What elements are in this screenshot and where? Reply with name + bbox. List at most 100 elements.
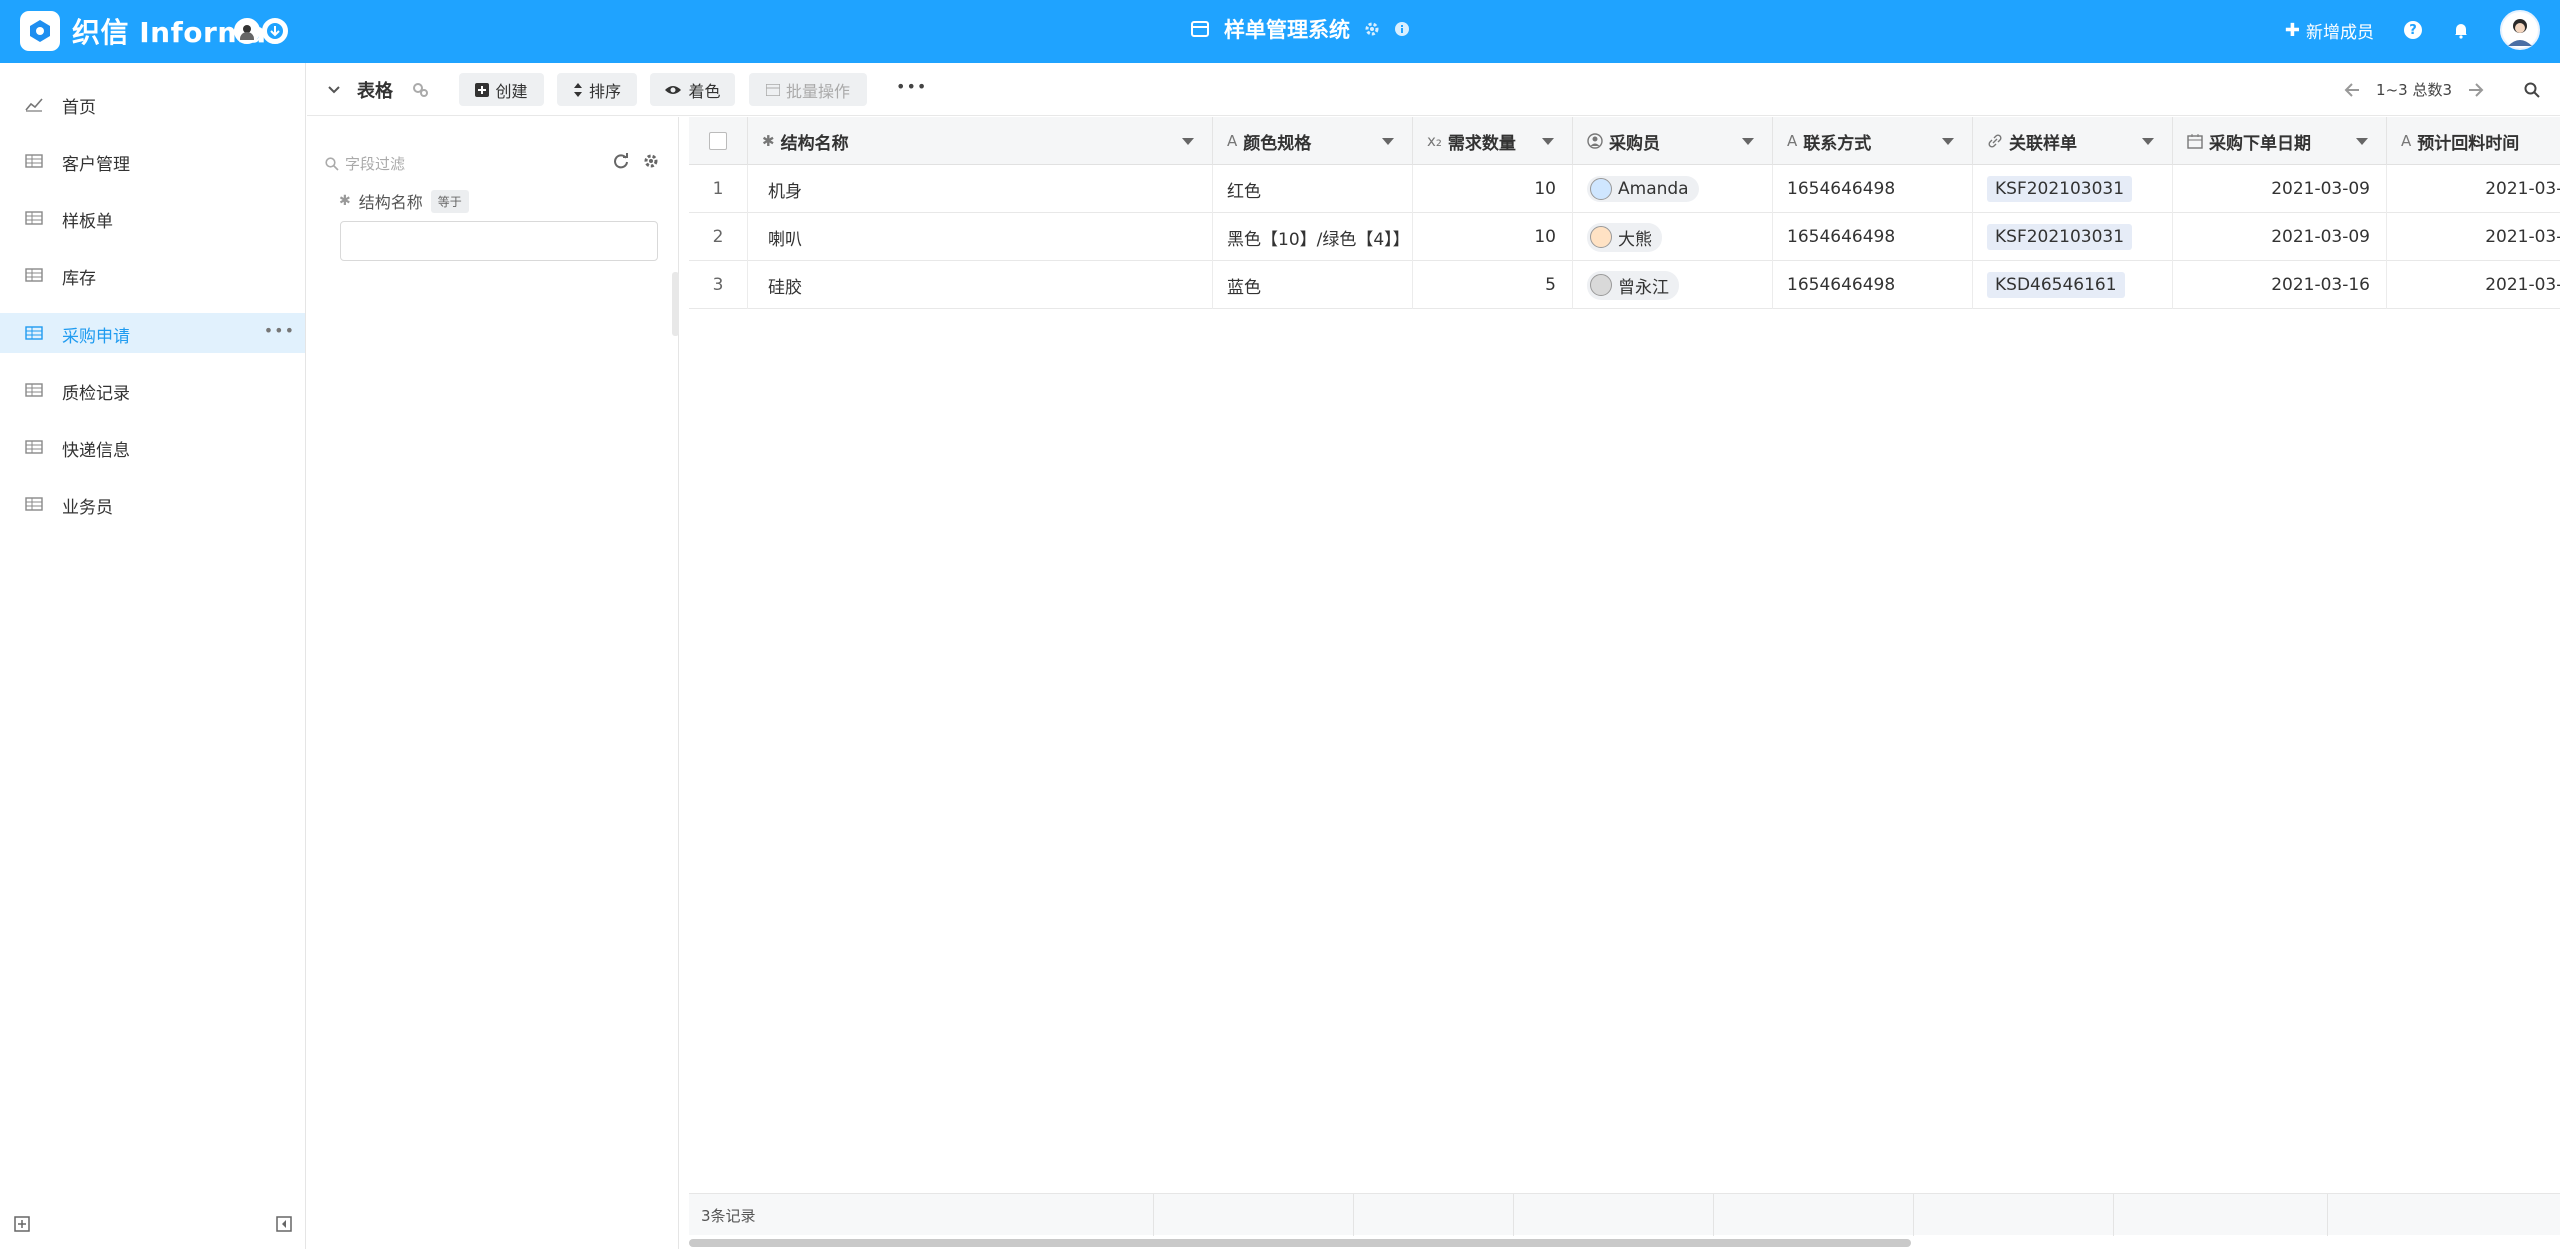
app-title: 样单管理系统	[1224, 18, 1350, 42]
sidebar-item-express[interactable]: 快递信息	[0, 427, 305, 467]
cell-buyer[interactable]: Amanda	[1573, 165, 1773, 213]
collapse-sidebar-icon[interactable]	[276, 1216, 292, 1232]
linked-record[interactable]: KSD46546161	[1987, 272, 2125, 298]
user-pill[interactable]: Amanda	[1587, 176, 1699, 202]
caret-down-icon[interactable]	[1382, 138, 1394, 145]
more-options-icon[interactable]: •••	[896, 77, 927, 96]
cell-buyer[interactable]: 大熊	[1573, 213, 1773, 261]
view-settings-icon[interactable]	[411, 81, 429, 99]
table-row[interactable]: 3 硅胶 蓝色 5 曾永江 1654646498 KSD46546161 202…	[689, 261, 2560, 309]
caret-down-icon[interactable]	[1542, 138, 1554, 145]
bell-icon[interactable]	[2452, 21, 2470, 39]
column-label: 关联样单	[2009, 133, 2077, 154]
gear-icon[interactable]	[643, 153, 659, 169]
chevron-down-icon[interactable]	[327, 85, 341, 95]
sidebar-item-label: 业务员	[62, 498, 113, 518]
user-avatar[interactable]	[2500, 10, 2540, 50]
arrow-left-icon[interactable]	[2344, 82, 2360, 97]
column-header-name[interactable]: ✱ 结构名称	[748, 117, 1213, 165]
arrow-right-icon[interactable]	[2468, 82, 2484, 97]
column-header-ref[interactable]: 关联样单	[1973, 117, 2173, 165]
sidebar-item-customers[interactable]: 客户管理	[0, 141, 305, 181]
sidebar-item-salesman[interactable]: 业务员	[0, 484, 305, 524]
footer-divider	[2327, 1194, 2328, 1236]
cell-contact[interactable]: 1654646498	[1773, 213, 1973, 261]
cell-qty[interactable]: 5	[1413, 261, 1573, 309]
linked-record[interactable]: KSF202103031	[1987, 176, 2133, 202]
cell-qty[interactable]: 10	[1413, 213, 1573, 261]
info-icon[interactable]	[1394, 21, 1410, 37]
cell-name[interactable]: 喇叭	[748, 213, 1213, 261]
cell-color[interactable]: 红色	[1213, 165, 1413, 213]
cell-eta[interactable]: 2021-03-15	[2387, 213, 2560, 261]
cell-order-date[interactable]: 2021-03-09	[2173, 165, 2387, 213]
sidebar-item-purchase[interactable]: 采购申请 •••	[0, 313, 305, 353]
workspace-avatar[interactable]	[234, 18, 260, 44]
table-row[interactable]: 2 喇叭 黑色【10】/绿色【4】】 10 大熊 1654646498 KSF2…	[689, 213, 2560, 261]
column-header-order-date[interactable]: 采购下单日期	[2173, 117, 2387, 165]
column-header-color[interactable]: A 颜色规格	[1213, 117, 1413, 165]
caret-down-icon[interactable]	[1942, 138, 1954, 145]
panel-resize-handle[interactable]	[672, 272, 679, 336]
cell-color[interactable]: 黑色【10】/绿色【4】】	[1213, 213, 1413, 261]
gear-icon[interactable]	[1364, 21, 1380, 37]
sidebar-item-label: 采购申请	[62, 327, 130, 347]
cell-order-date[interactable]: 2021-03-16	[2173, 261, 2387, 309]
cell-eta[interactable]: 2021-03-16	[2387, 165, 2560, 213]
filter-value-input[interactable]	[340, 221, 658, 261]
column-label: 采购下单日期	[2209, 133, 2311, 154]
cell-name[interactable]: 硅胶	[748, 261, 1213, 309]
sidebar-item-inventory[interactable]: 库存	[0, 255, 305, 295]
horizontal-scrollbar[interactable]	[689, 1239, 1911, 1247]
cell-ref[interactable]: KSF202103031	[1973, 165, 2173, 213]
table-row[interactable]: 1 机身 红色 10 Amanda 1654646498 KSF20210303…	[689, 165, 2560, 213]
app-title-group[interactable]: 样单管理系统	[1190, 14, 1410, 44]
table-icon	[25, 440, 43, 454]
app-icon	[1191, 21, 1209, 37]
column-header-buyer[interactable]: 采购员	[1573, 117, 1773, 165]
caret-down-icon[interactable]	[1182, 138, 1194, 145]
sidebar-item-label: 客户管理	[62, 155, 130, 175]
caret-down-icon[interactable]	[1742, 138, 1754, 145]
field-filter-search[interactable]: 字段过滤	[325, 153, 405, 174]
color-button[interactable]: 着色	[650, 73, 735, 106]
sidebar-item-qc[interactable]: 质检记录	[0, 370, 305, 410]
create-button[interactable]: 创建	[459, 73, 544, 106]
sidebar-item-home[interactable]: 首页	[0, 84, 305, 124]
cell-eta[interactable]: 2021-03-18	[2387, 261, 2560, 309]
add-member-button[interactable]: ✚ 新增成员	[2285, 18, 2374, 43]
view-toolbar: 表格 创建 排序 着色 批量操作 ••• 1~3 总数3	[307, 63, 2560, 116]
cell-buyer[interactable]: 曾永江	[1573, 261, 1773, 309]
sort-button[interactable]: 排序	[557, 73, 637, 106]
refresh-icon[interactable]	[613, 153, 629, 169]
batch-operation-button[interactable]: 批量操作	[749, 73, 867, 106]
operator-tag[interactable]: 等于	[430, 189, 469, 213]
help-icon[interactable]: ?	[2404, 21, 2422, 39]
column-header-eta[interactable]: A 预计回料时间	[2387, 117, 2560, 165]
more-options-icon[interactable]: •••	[264, 321, 295, 340]
search-icon[interactable]	[2524, 82, 2540, 98]
sidebar-item-label: 样板单	[62, 212, 113, 232]
sidebar-item-samples[interactable]: 样板单	[0, 198, 305, 238]
view-name[interactable]: 表格	[357, 77, 393, 103]
column-header-contact[interactable]: A 联系方式	[1773, 117, 1973, 165]
cell-ref[interactable]: KSF202103031	[1973, 213, 2173, 261]
download-icon[interactable]	[262, 18, 288, 44]
cell-color[interactable]: 蓝色	[1213, 261, 1413, 309]
cell-name[interactable]: 机身	[748, 165, 1213, 213]
cell-order-date[interactable]: 2021-03-09	[2173, 213, 2387, 261]
linked-record[interactable]: KSF202103031	[1987, 224, 2133, 250]
column-header-qty[interactable]: x₂ 需求数量	[1413, 117, 1573, 165]
cell-contact[interactable]: 1654646498	[1773, 261, 1973, 309]
sort-label: 排序	[588, 81, 621, 101]
cell-qty[interactable]: 10	[1413, 165, 1573, 213]
caret-down-icon[interactable]	[2356, 138, 2368, 145]
user-pill[interactable]: 曾永江	[1587, 270, 1679, 300]
add-square-icon[interactable]	[14, 1216, 30, 1232]
cell-ref[interactable]: KSD46546161	[1973, 261, 2173, 309]
user-pill[interactable]: 大熊	[1587, 222, 1662, 252]
cell-contact[interactable]: 1654646498	[1773, 165, 1973, 213]
caret-down-icon[interactable]	[2142, 138, 2154, 145]
select-all-checkbox[interactable]	[709, 132, 727, 150]
table-icon	[25, 383, 43, 397]
